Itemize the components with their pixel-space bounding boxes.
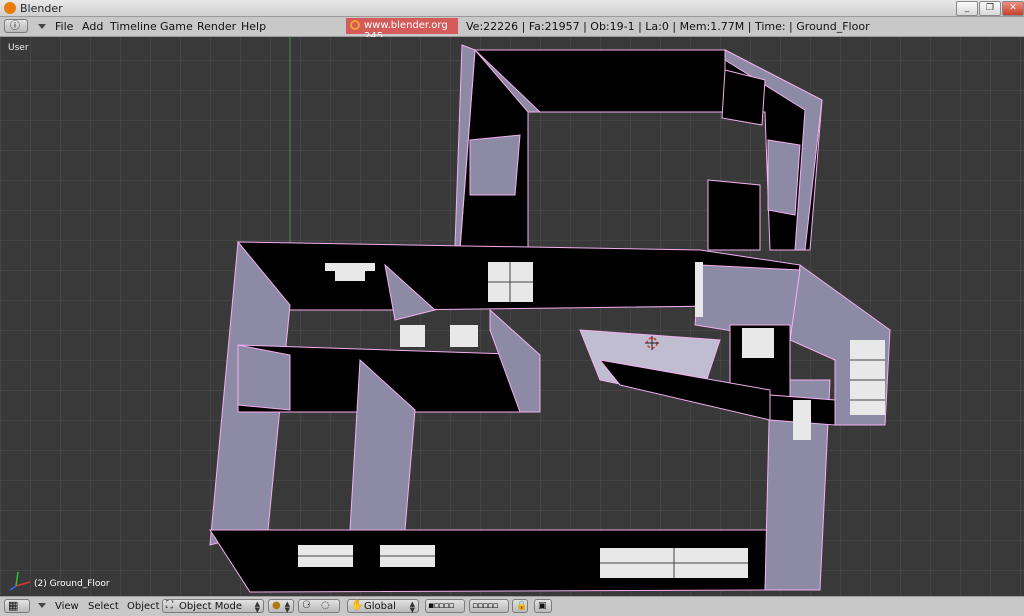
orientation-value: Global [364,601,396,612]
blender-logo-icon [4,2,16,14]
editor-type-button[interactable]: ▦ [4,599,30,613]
info-editor-type-button[interactable]: ⓘ [4,19,28,33]
blender-logo-icon [350,20,360,30]
window-titlebar: Blender _ ❐ ✕ [0,0,1024,17]
minimize-button[interactable]: _ [956,1,978,16]
shading-dropdown[interactable]: ● ▲ ▼ [268,599,294,614]
menu-game[interactable]: Game [160,20,193,33]
menu-help[interactable]: Help [241,20,266,33]
maximize-button[interactable]: ❐ [979,1,1001,16]
active-object-label: (2) Ground_Floor [34,579,110,589]
collapse-arrow-icon[interactable] [38,24,46,29]
mode-dropdown[interactable]: ⛶ Object Mode ▲ ▼ [162,599,264,614]
menu-select[interactable]: Select [88,601,119,612]
solid-shading-icon: ● [272,600,281,611]
object-mode-icon: ⛶ [166,600,173,611]
menu-object[interactable]: Object [127,601,160,612]
menu-render[interactable]: Render [197,20,236,33]
updown-arrows-icon: ▲ ▼ [254,600,260,614]
lock-layers-button[interactable]: 🔒 [512,599,528,613]
updown-arrows-icon: ▲ ▼ [284,600,290,614]
render-preview-button[interactable]: ▣ [534,599,552,613]
collapse-arrow-icon[interactable] [38,603,46,608]
splash-link[interactable]: www.blender.org 245 [346,18,458,42]
hand-icon: ✋ [351,600,364,611]
pivot-icon: ⚆ [302,600,311,611]
grid-icon: ▦ [8,599,19,612]
3d-view-header: ▦ View Select Object ⛶ Object Mode ▲ ▼ ● … [0,596,1024,616]
layer-buttons-group-2[interactable]: ▫▫▫▫▫ [469,599,509,613]
menu-view[interactable]: View [55,601,79,612]
menu-file[interactable]: File [55,20,73,33]
view-name-label: User [8,43,29,53]
close-button[interactable]: ✕ [1002,1,1024,16]
viewport-canvas [0,37,1024,596]
camera-icon: ▣ [538,601,547,611]
snap-icon: ◌ [321,600,330,611]
menu-add[interactable]: Add [82,20,103,33]
pivot-dropdown[interactable]: ⚆ ◌ [298,599,340,613]
orientation-dropdown[interactable]: ✋ Global ▲ ▼ [347,599,419,614]
menu-timeline[interactable]: Timeline [110,20,157,33]
layers-icon: ▫▫▫▫▫ [472,601,498,611]
updown-arrows-icon: ▲ ▼ [409,600,415,614]
axis-gizmo-icon [9,571,31,591]
3d-viewport[interactable] [0,37,1024,596]
lock-icon: 🔒 [516,601,528,611]
mode-value: Object Mode [179,601,242,612]
window-title: Blender [20,2,63,15]
scene-statistics: Ve:22226 | Fa:21957 | Ob:19-1 | La:0 | M… [466,20,870,33]
layers-icon: ▪▫▫▫▫ [428,601,454,611]
layer-buttons-group-1[interactable]: ▪▫▫▫▫ [425,599,465,613]
info-header: ⓘ File Add Timeline Game Render Help www… [0,17,1024,42]
